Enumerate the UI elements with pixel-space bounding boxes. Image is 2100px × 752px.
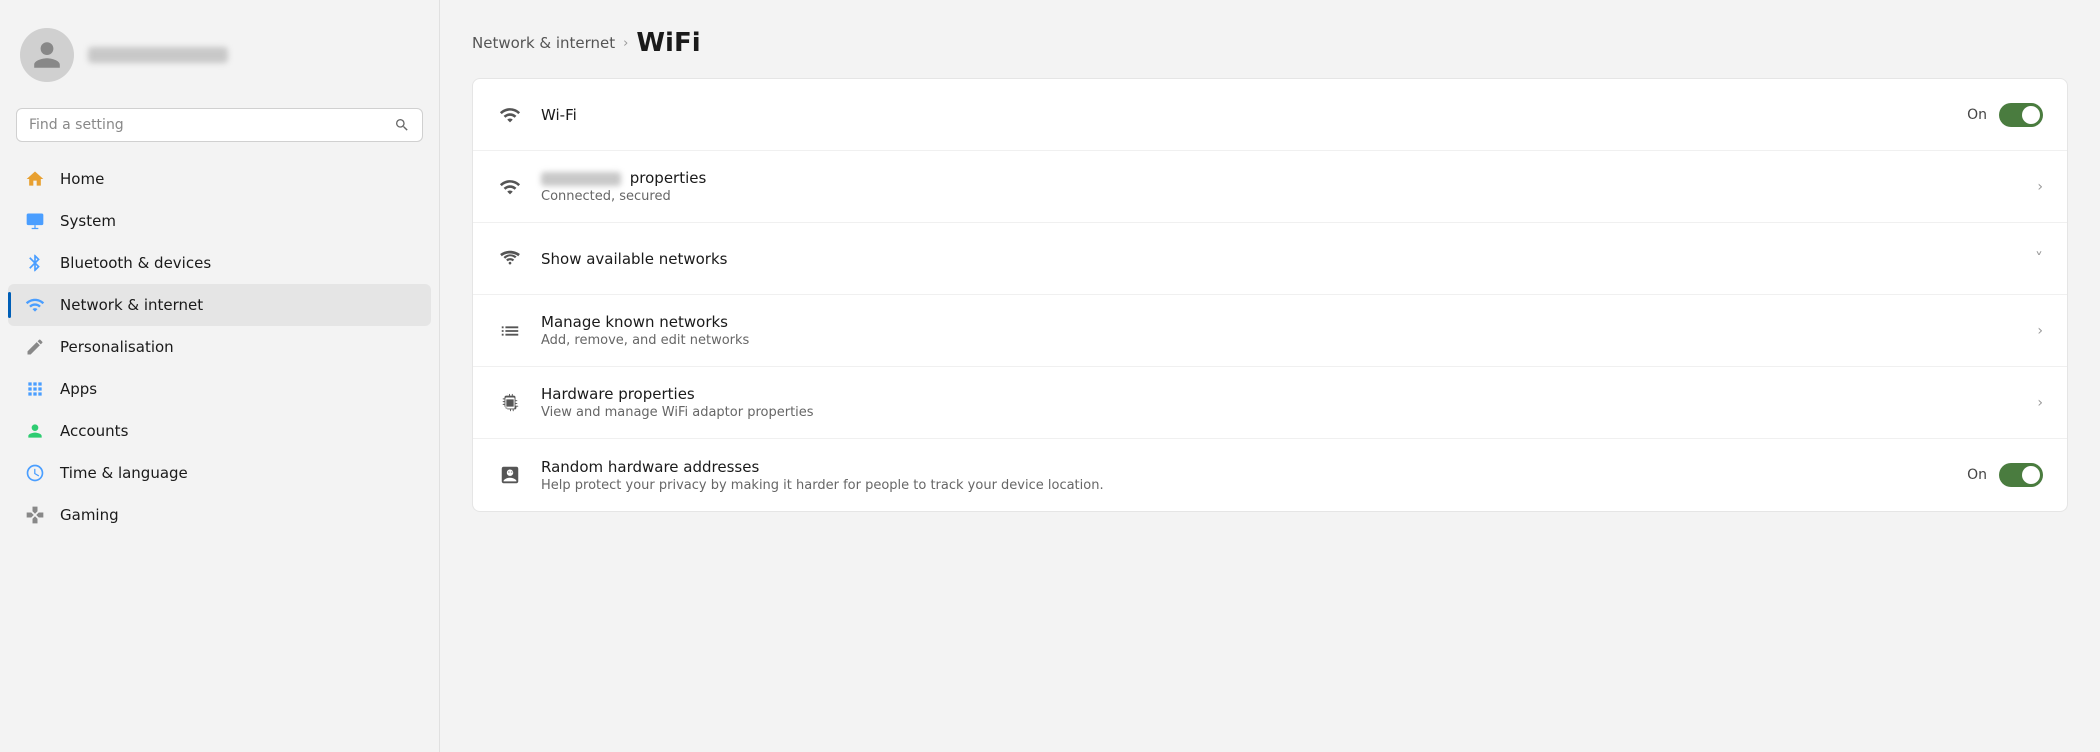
random-hardware-text: Random hardware addresses Help protect y… bbox=[541, 458, 1949, 493]
chevron-right-icon-3: › bbox=[2037, 395, 2043, 411]
nav-list: Home System Bluetooth & devices Network … bbox=[0, 154, 439, 752]
chevron-right-icon-2: › bbox=[2037, 323, 2043, 339]
random-hardware-subtitle: Help protect your privacy by making it h… bbox=[541, 478, 1949, 493]
manage-networks-text: Manage known networks Add, remove, and e… bbox=[541, 313, 2019, 348]
bluetooth-icon bbox=[24, 252, 46, 274]
hardware-properties-text: Hardware properties View and manage WiFi… bbox=[541, 385, 2019, 420]
sidebar-item-gaming-label: Gaming bbox=[60, 506, 119, 524]
sidebar-item-personalisation[interactable]: Personalisation bbox=[8, 326, 431, 368]
random-hardware-toggle-label: On bbox=[1967, 467, 1987, 483]
show-networks-right: ˅ bbox=[2035, 249, 2043, 268]
sidebar-item-gaming[interactable]: Gaming bbox=[8, 494, 431, 536]
show-networks-title: Show available networks bbox=[541, 250, 2017, 268]
hardware-properties-title: Hardware properties bbox=[541, 385, 2019, 403]
manage-networks-row[interactable]: Manage known networks Add, remove, and e… bbox=[473, 295, 2067, 367]
sidebar-item-home-label: Home bbox=[60, 170, 104, 188]
wifi-antenna-icon bbox=[497, 246, 523, 272]
show-networks-row[interactable]: Show available networks ˅ bbox=[473, 223, 2067, 295]
sidebar-item-personalisation-label: Personalisation bbox=[60, 338, 174, 356]
sidebar-item-home[interactable]: Home bbox=[8, 158, 431, 200]
sidebar-item-time-label: Time & language bbox=[60, 464, 188, 482]
wifi-toggle-title: Wi-Fi bbox=[541, 106, 1949, 124]
breadcrumb-separator: › bbox=[623, 36, 628, 51]
search-icon bbox=[394, 117, 410, 133]
random-hardware-toggle-switch[interactable] bbox=[1999, 463, 2043, 487]
avatar bbox=[20, 28, 74, 82]
wifi-toggle-label: On bbox=[1967, 107, 1987, 123]
personalisation-icon bbox=[24, 336, 46, 358]
manage-networks-right: › bbox=[2037, 323, 2043, 339]
breadcrumb: Network & internet › WiFi bbox=[472, 28, 2068, 58]
sidebar-item-bluetooth-label: Bluetooth & devices bbox=[60, 254, 211, 272]
manage-networks-title: Manage known networks bbox=[541, 313, 2019, 331]
apps-icon bbox=[24, 378, 46, 400]
sidebar: Home System Bluetooth & devices Network … bbox=[0, 0, 440, 752]
profile-name bbox=[88, 47, 228, 63]
user-icon bbox=[31, 39, 63, 71]
wifi-toggle-text: Wi-Fi bbox=[541, 106, 1949, 124]
random-hardware-right: On bbox=[1967, 463, 2043, 487]
time-icon bbox=[24, 462, 46, 484]
list-icon bbox=[497, 318, 523, 344]
wifi-properties-right: › bbox=[2037, 179, 2043, 195]
breadcrumb-current: WiFi bbox=[636, 28, 700, 58]
chevron-down-icon: ˅ bbox=[2035, 249, 2043, 268]
sidebar-item-bluetooth[interactable]: Bluetooth & devices bbox=[8, 242, 431, 284]
sidebar-item-network[interactable]: Network & internet bbox=[8, 284, 431, 326]
accounts-icon bbox=[24, 420, 46, 442]
random-hardware-row[interactable]: Random hardware addresses Help protect y… bbox=[473, 439, 2067, 511]
wifi-properties-text: properties Connected, secured bbox=[541, 169, 2019, 204]
main-content: Network & internet › WiFi Wi-Fi On bbox=[440, 0, 2100, 752]
sidebar-item-time[interactable]: Time & language bbox=[8, 452, 431, 494]
wifi-properties-row[interactable]: properties Connected, secured › bbox=[473, 151, 2067, 223]
wifi-toggle-row[interactable]: Wi-Fi On bbox=[473, 79, 2067, 151]
random-hardware-title: Random hardware addresses bbox=[541, 458, 1949, 476]
sidebar-item-accounts[interactable]: Accounts bbox=[8, 410, 431, 452]
wifi-icon bbox=[497, 102, 523, 128]
wifi-toggle-right: On bbox=[1967, 103, 2043, 127]
home-icon bbox=[24, 168, 46, 190]
gaming-icon bbox=[24, 504, 46, 526]
wifi-toggle-switch[interactable] bbox=[1999, 103, 2043, 127]
search-box[interactable] bbox=[16, 108, 423, 142]
chevron-right-icon: › bbox=[2037, 179, 2043, 195]
sidebar-item-apps-label: Apps bbox=[60, 380, 97, 398]
system-icon bbox=[24, 210, 46, 232]
sidebar-item-apps[interactable]: Apps bbox=[8, 368, 431, 410]
sidebar-item-system-label: System bbox=[60, 212, 116, 230]
breadcrumb-parent[interactable]: Network & internet bbox=[472, 34, 615, 52]
hardware-properties-right: › bbox=[2037, 395, 2043, 411]
sidebar-item-system[interactable]: System bbox=[8, 200, 431, 242]
search-input[interactable] bbox=[29, 117, 386, 133]
sidebar-item-accounts-label: Accounts bbox=[60, 422, 128, 440]
hardware-properties-subtitle: View and manage WiFi adaptor properties bbox=[541, 405, 2019, 420]
random-mac-icon bbox=[497, 462, 523, 488]
chip-icon bbox=[497, 390, 523, 416]
network-name-blurred bbox=[541, 172, 621, 186]
sidebar-item-network-label: Network & internet bbox=[60, 296, 203, 314]
hardware-properties-row[interactable]: Hardware properties View and manage WiFi… bbox=[473, 367, 2067, 439]
settings-card: Wi-Fi On properties Connected, secured › bbox=[472, 78, 2068, 512]
wifi-properties-title: properties bbox=[541, 169, 2019, 187]
wifi-properties-subtitle: Connected, secured bbox=[541, 189, 2019, 204]
wifi-connected-icon bbox=[497, 174, 523, 200]
profile-section bbox=[0, 0, 439, 102]
network-icon bbox=[24, 294, 46, 316]
manage-networks-subtitle: Add, remove, and edit networks bbox=[541, 333, 2019, 348]
show-networks-text: Show available networks bbox=[541, 250, 2017, 268]
